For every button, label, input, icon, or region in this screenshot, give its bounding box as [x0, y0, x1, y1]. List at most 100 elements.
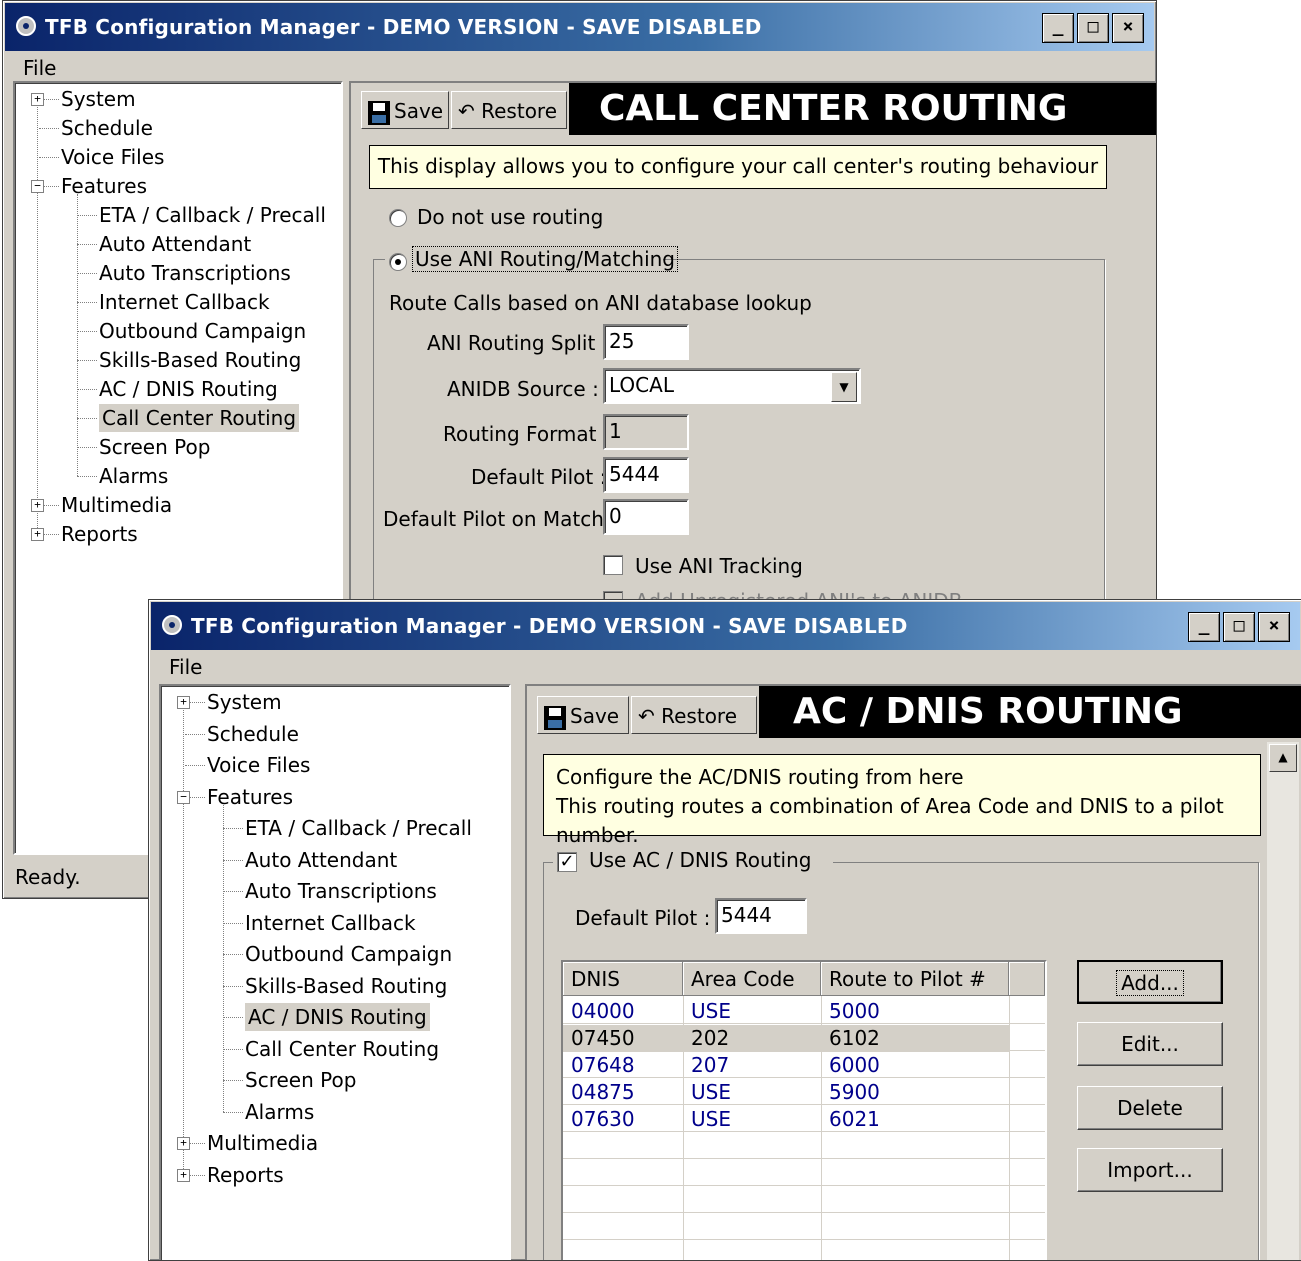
- tree-item-internet-callback[interactable]: Internet Callback: [99, 288, 270, 316]
- radio-use-ani-routing-label[interactable]: Use ANI Routing/Matching: [412, 246, 678, 272]
- close-button[interactable]: ×: [1112, 13, 1144, 43]
- column-header[interactable]: Route to Pilot #: [821, 962, 1009, 996]
- radio-do-not-use-routing[interactable]: [389, 209, 407, 227]
- grid-line: [563, 1212, 1045, 1213]
- scroll-up-icon[interactable]: ▲: [1269, 744, 1297, 772]
- close-button[interactable]: ×: [1258, 612, 1290, 642]
- tree-item-auto-transcriptions[interactable]: Auto Transcriptions: [99, 259, 291, 287]
- default-pilot-input[interactable]: 5444: [715, 898, 807, 934]
- table-cell: 6000: [829, 1053, 880, 1077]
- default-pilot-on-match-input[interactable]: 0: [603, 499, 689, 535]
- restore-button[interactable]: ↶ Restore: [631, 696, 757, 734]
- app-icon: [16, 16, 36, 36]
- tree-item-outbound-campaign[interactable]: Outbound Campaign: [245, 940, 452, 968]
- expand-plus-icon[interactable]: +: [177, 1168, 190, 1182]
- table-cell: 6102: [829, 1026, 880, 1050]
- tree-item-auto-attendant[interactable]: Auto Attendant: [245, 846, 397, 874]
- tree-item-voice-files[interactable]: Voice Files: [61, 143, 164, 171]
- routing-format-input: 1: [603, 414, 689, 450]
- tree-item-auto-attendant[interactable]: Auto Attendant: [99, 230, 251, 258]
- tree-item-system[interactable]: System: [207, 688, 282, 716]
- tree-connector: [223, 804, 224, 1112]
- tree-item-reports[interactable]: Reports: [207, 1161, 284, 1189]
- radio-do-not-use-routing-label[interactable]: Do not use routing: [417, 205, 603, 229]
- tree-item-features[interactable]: Features: [207, 783, 293, 811]
- tree-item-internet-callback[interactable]: Internet Callback: [245, 909, 416, 937]
- tree-connector: [77, 194, 78, 476]
- tree-item-schedule[interactable]: Schedule: [207, 720, 299, 748]
- tree-item-ac-dnis-routing[interactable]: AC / DNIS Routing: [99, 375, 278, 403]
- collapse-minus-icon[interactable]: −: [177, 790, 190, 804]
- tree-item-eta-callback-precall[interactable]: ETA / Callback / Precall: [245, 814, 472, 842]
- tree-item-call-center-routing[interactable]: Call Center Routing: [99, 404, 300, 432]
- tree-connector: [183, 702, 184, 1175]
- save-button[interactable]: Save: [537, 696, 629, 734]
- title-bar[interactable]: TFB Configuration Manager - DEMO VERSION…: [151, 602, 1300, 650]
- add-button[interactable]: Add...: [1077, 960, 1223, 1004]
- radio-use-ani-routing[interactable]: [389, 253, 407, 271]
- default-pilot-label: Default Pilot :: [575, 906, 711, 930]
- use-ani-tracking-checkbox[interactable]: [603, 555, 623, 575]
- tree-item-screen-pop[interactable]: Screen Pop: [99, 433, 210, 461]
- table-cell: USE: [691, 1107, 731, 1131]
- tree-item-system[interactable]: System: [61, 85, 136, 113]
- window-title: TFB Configuration Manager - DEMO VERSION…: [191, 614, 908, 638]
- tree-connector: [223, 954, 243, 955]
- tree-item-ac-dnis-routing[interactable]: AC / DNIS Routing: [245, 1003, 430, 1031]
- import-button[interactable]: Import...: [1077, 1148, 1223, 1192]
- navigation-tree[interactable]: System + Schedule Voice Files Features − ETA /…: [159, 684, 511, 1260]
- tree-item-multimedia[interactable]: Multimedia: [61, 491, 172, 519]
- edit-button[interactable]: Edit...: [1077, 1022, 1223, 1066]
- tree-item-multimedia[interactable]: Multimedia: [207, 1129, 318, 1157]
- ani-routing-split-label: ANI Routing Split :: [427, 331, 609, 355]
- column-header[interactable]: Area Code: [683, 962, 821, 996]
- title-bar[interactable]: TFB Configuration Manager - DEMO VERSION…: [5, 3, 1154, 51]
- save-button[interactable]: Save: [361, 91, 449, 129]
- tree-item-skills-based-routing[interactable]: Skills-Based Routing: [99, 346, 301, 374]
- minimize-button[interactable]: _: [1188, 612, 1220, 642]
- tree-item-call-center-routing[interactable]: Call Center Routing: [245, 1035, 439, 1063]
- default-pilot-input[interactable]: 5444: [603, 457, 689, 493]
- menu-file[interactable]: File: [169, 655, 202, 679]
- expand-plus-icon[interactable]: +: [31, 93, 44, 106]
- use-ani-tracking-label[interactable]: Use ANI Tracking: [635, 554, 803, 578]
- table-row[interactable]: 04875 USE 5900: [563, 1079, 1009, 1106]
- table-row[interactable]: 07630 USE 6021: [563, 1106, 1009, 1133]
- tree-item-screen-pop[interactable]: Screen Pop: [245, 1066, 356, 1094]
- undo-arrow-icon: ↶: [638, 704, 655, 728]
- menu-file[interactable]: File: [23, 56, 56, 80]
- tree-item-auto-transcriptions[interactable]: Auto Transcriptions: [245, 877, 437, 905]
- use-ac-dnis-routing-checkbox[interactable]: ✓: [557, 852, 577, 872]
- table-row[interactable]: 04000 USE 5000: [563, 998, 1009, 1025]
- expand-plus-icon[interactable]: +: [177, 1137, 190, 1150]
- maximize-button[interactable]: □: [1223, 612, 1255, 642]
- tree-item-skills-based-routing[interactable]: Skills-Based Routing: [245, 972, 447, 1000]
- vertical-scrollbar[interactable]: ▲: [1267, 742, 1299, 1260]
- tree-item-outbound-campaign[interactable]: Outbound Campaign: [99, 317, 306, 345]
- use-ac-dnis-routing-label[interactable]: Use AC / DNIS Routing: [589, 848, 811, 872]
- tree-connector: [77, 447, 97, 448]
- tree-item-alarms[interactable]: Alarms: [99, 462, 168, 490]
- table-row[interactable]: 07648 207 6000: [563, 1052, 1009, 1079]
- chevron-down-icon[interactable]: ▼: [831, 372, 857, 402]
- tree-item-eta-callback-precall[interactable]: ETA / Callback / Precall: [99, 201, 326, 229]
- column-header[interactable]: DNIS: [563, 962, 683, 996]
- delete-button[interactable]: Delete: [1077, 1086, 1223, 1130]
- expand-plus-icon[interactable]: +: [31, 499, 44, 512]
- expand-plus-icon[interactable]: +: [177, 696, 190, 709]
- expand-plus-icon[interactable]: +: [31, 528, 44, 541]
- minimize-button[interactable]: _: [1042, 13, 1074, 43]
- tree-item-schedule[interactable]: Schedule: [61, 114, 153, 142]
- maximize-button[interactable]: □: [1077, 13, 1109, 43]
- ani-routing-split-input[interactable]: 25: [603, 324, 689, 360]
- tree-item-voice-files[interactable]: Voice Files: [207, 751, 310, 779]
- collapse-minus-icon[interactable]: −: [31, 180, 44, 193]
- anidb-source-select[interactable]: LOCAL ▼: [603, 368, 861, 404]
- ac-dnis-table[interactable]: DNIS Area Code Route to Pilot # 04000 USE 500…: [561, 960, 1047, 1260]
- grid-line: [1009, 996, 1010, 1260]
- tree-item-alarms[interactable]: Alarms: [245, 1098, 314, 1126]
- restore-button[interactable]: ↶ Restore: [451, 91, 567, 129]
- tree-item-features[interactable]: Features: [61, 172, 147, 200]
- tree-item-reports[interactable]: Reports: [61, 520, 138, 548]
- table-row[interactable]: 07450 202 6102: [563, 1025, 1009, 1052]
